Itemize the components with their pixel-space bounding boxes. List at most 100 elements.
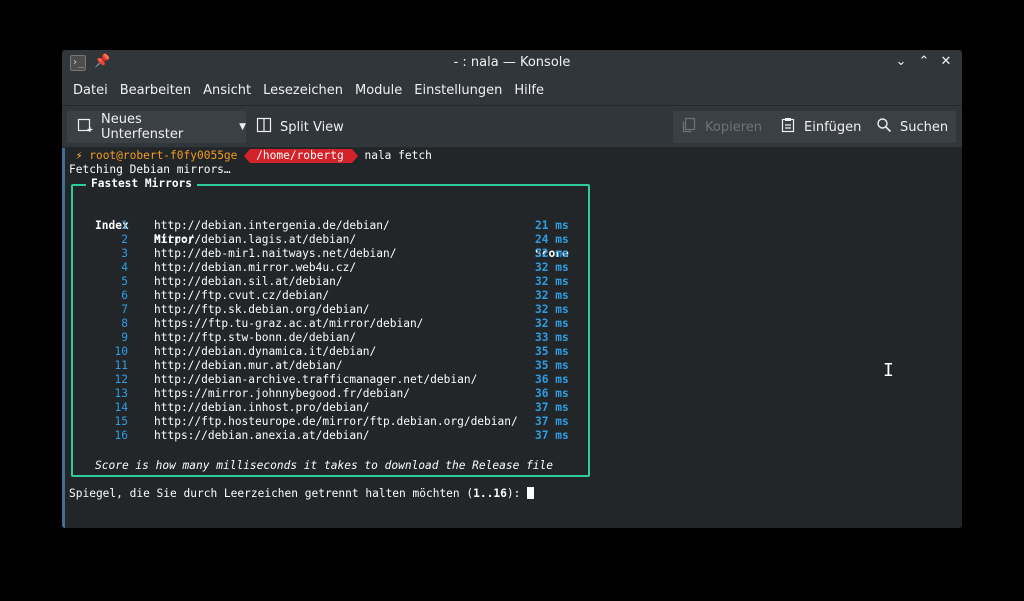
table-row: 16 https://debian.anexia.at/debian/37 ms xyxy=(62,429,582,443)
menu-bearbeiten[interactable]: Bearbeiten xyxy=(114,76,197,106)
new-tab-icon xyxy=(77,117,93,137)
mirror-score: 37 ms xyxy=(535,415,569,428)
prompt-separator-icon xyxy=(351,149,358,163)
mirror-score: 37 ms xyxy=(535,401,569,414)
table-row: 2 http://debian.lagis.at/debian/24 ms xyxy=(62,233,582,247)
mirror-index: 1 xyxy=(121,219,128,232)
table-row: 7 http://ftp.sk.debian.org/debian/32 ms xyxy=(62,303,582,317)
lightning-icon: ⚡ xyxy=(69,149,90,162)
mirror-url: http://debian.inhost.pro/debian/ xyxy=(154,401,370,414)
title-bar[interactable]: ›_ 📌 - : nala — Konsole ⌄ ⌃ ✕ xyxy=(62,50,962,76)
window-title: - : nala — Konsole xyxy=(453,55,571,70)
mirror-url: http://deb-mir1.naitways.net/debian/ xyxy=(154,247,397,260)
mirror-score: 32 ms xyxy=(535,247,569,260)
table-row: 8 https://ftp.tu-graz.ac.at/mirror/debian… xyxy=(62,317,582,331)
mirror-score: 35 ms xyxy=(535,359,569,372)
table-row: 4 http://debian.mirror.web4u.cz/32 ms xyxy=(62,261,582,275)
prompt-path: /home/robertg xyxy=(250,149,352,163)
split-view-button[interactable]: Split View xyxy=(254,111,349,143)
paste-button[interactable]: Einfügen xyxy=(778,111,864,143)
mirror-index: 3 xyxy=(121,247,128,260)
paste-icon xyxy=(780,117,796,137)
mirror-index: 15 xyxy=(114,415,128,428)
mirror-url: http://debian.intergenia.de/debian/ xyxy=(154,219,390,232)
mirror-url: http://debian.mirror.web4u.cz/ xyxy=(154,261,357,274)
mirror-url: https://ftp.tu-graz.ac.at/mirror/debian/ xyxy=(154,317,424,330)
mirror-index: 10 xyxy=(114,345,128,358)
panel-title: Fastest Mirrors xyxy=(86,177,198,191)
input-prompt-suffix: ): xyxy=(506,487,528,500)
mirror-index: 12 xyxy=(114,373,128,386)
menu-ansicht[interactable]: Ansicht xyxy=(197,76,257,106)
mirror-score: 32 ms xyxy=(535,317,569,330)
table-header: Index Mirror Score xyxy=(62,205,582,260)
menu-einstellungen[interactable]: Einstellungen xyxy=(408,76,508,106)
table-row: 3 http://deb-mir1.naitways.net/debian/32 … xyxy=(62,247,582,261)
copy-button[interactable]: Kopieren xyxy=(679,111,769,143)
mirror-url: http://debian.mur.at/debian/ xyxy=(154,359,343,372)
menu-hilfe[interactable]: Hilfe xyxy=(508,76,550,106)
mirror-url: https://debian.anexia.at/debian/ xyxy=(154,429,370,442)
mirror-index: 7 xyxy=(121,303,128,316)
mirror-url: http://ftp.cvut.cz/debian/ xyxy=(154,289,330,302)
mirror-url: http://debian.dynamica.it/debian/ xyxy=(154,345,377,358)
prompt-line: ⚡ root@robert-f0fy0055ge /home/robertg n… xyxy=(69,149,432,163)
split-view-icon xyxy=(256,117,272,137)
mirror-score: 36 ms xyxy=(535,387,569,400)
mirror-index: 11 xyxy=(114,359,128,372)
table-row: 9 http://ftp.stw-bonn.de/debian/33 ms xyxy=(62,331,582,345)
text-cursor xyxy=(527,487,535,499)
mirror-score: 32 ms xyxy=(535,303,569,316)
copy-label: Kopieren xyxy=(705,119,762,135)
mirror-index: 4 xyxy=(121,261,128,274)
toolbar: Neues Unterfenster ▼ Split View Kopieren… xyxy=(62,107,962,148)
mirror-url: http://debian.lagis.at/debian/ xyxy=(154,233,357,246)
mirror-score: 32 ms xyxy=(535,289,569,302)
search-icon xyxy=(876,117,892,137)
mirror-index: 2 xyxy=(121,233,128,246)
mirror-score: 37 ms xyxy=(535,429,569,442)
maximize-button[interactable]: ⌃ xyxy=(915,53,933,71)
table-row: 1 http://debian.intergenia.de/debian/21 m… xyxy=(62,219,582,233)
mirror-url: http://ftp.hosteurope.de/mirror/ftp.debi… xyxy=(154,415,518,428)
minimize-button[interactable]: ⌄ xyxy=(892,53,910,71)
mirror-index: 5 xyxy=(121,275,128,288)
new-tab-label: Neues Unterfenster xyxy=(101,112,184,142)
table-row: 6 http://ftp.cvut.cz/debian/32 ms xyxy=(62,289,582,303)
input-prompt-text: Spiegel, die Sie durch Leerzeichen getre… xyxy=(69,487,474,500)
mirror-url: http://debian.sil.at/debian/ xyxy=(154,275,343,288)
new-tab-button[interactable]: Neues Unterfenster ▼ xyxy=(67,111,246,143)
chevron-down-icon[interactable]: ▼ xyxy=(239,122,246,132)
mirror-index: 6 xyxy=(121,289,128,302)
mirror-url: http://ftp.stw-bonn.de/debian/ xyxy=(154,331,357,344)
menu-lesezeichen[interactable]: Lesezeichen xyxy=(257,76,349,106)
menu-bar: Datei Bearbeiten Ansicht Lesezeichen Mod… xyxy=(62,76,962,106)
table-row: 15 http://ftp.hosteurope.de/mirror/ftp.de… xyxy=(62,415,582,429)
mirror-score: 21 ms xyxy=(535,219,569,232)
mirror-index: 14 xyxy=(114,401,128,414)
menu-datei[interactable]: Datei xyxy=(67,76,114,106)
mirror-index: 16 xyxy=(114,429,128,442)
mirror-score: 24 ms xyxy=(535,233,569,246)
ibeam-cursor-icon: I xyxy=(883,360,894,381)
menu-module[interactable]: Module xyxy=(349,76,408,106)
split-view-label: Split View xyxy=(280,119,344,135)
table-row: 11 http://debian.mur.at/debian/35 ms xyxy=(62,359,582,373)
mirror-url: http://ftp.sk.debian.org/debian/ xyxy=(154,303,370,316)
terminal-area[interactable]: ⚡ root@robert-f0fy0055ge /home/robertg n… xyxy=(62,148,962,528)
input-prompt-line[interactable]: Spiegel, die Sie durch Leerzeichen getre… xyxy=(69,487,535,501)
table-row: 14 http://debian.inhost.pro/debian/37 ms xyxy=(62,401,582,415)
mirror-index: 13 xyxy=(114,387,128,400)
table-row: 5 http://debian.sil.at/debian/32 ms xyxy=(62,275,582,289)
search-button[interactable]: Suchen xyxy=(874,111,954,143)
mirror-score: 36 ms xyxy=(535,373,569,386)
table-row: 13 https://mirror.johnnybegood.fr/debian/… xyxy=(62,387,582,401)
copy-icon xyxy=(681,117,697,137)
mirror-url: https://mirror.johnnybegood.fr/debian/ xyxy=(154,387,410,400)
mirror-index: 8 xyxy=(121,317,128,330)
fetching-text: Fetching Debian mirrors… xyxy=(69,163,231,176)
close-button[interactable]: ✕ xyxy=(937,53,955,71)
mirror-index: 9 xyxy=(121,331,128,344)
mirror-url: http://debian-archive.trafficmanager.net… xyxy=(154,373,478,386)
mirror-score: 32 ms xyxy=(535,275,569,288)
